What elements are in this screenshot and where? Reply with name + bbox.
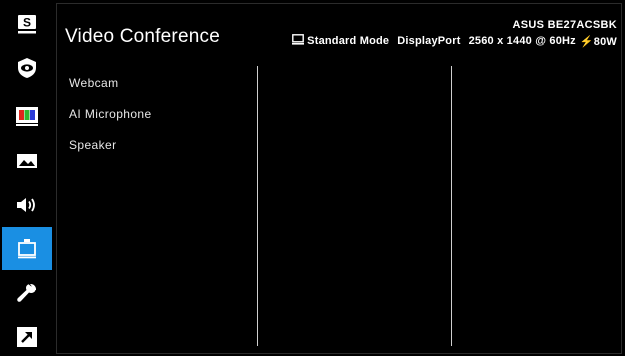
content-panel: Video Conference ASUS BE27ACSBK Standard… — [56, 3, 622, 354]
svg-text:S: S — [23, 15, 31, 29]
status-power: ⚡80W — [579, 35, 617, 48]
menu-item-ai-microphone[interactable]: AI Microphone — [69, 99, 152, 130]
submenu-list: Webcam AI Microphone Speaker — [69, 68, 152, 161]
status-resolution: 2560 x 1440 @ 60Hz — [468, 35, 576, 47]
eye-care-icon — [18, 57, 36, 78]
rail-item-sound[interactable] — [2, 183, 52, 226]
column-divider-1 — [257, 66, 258, 346]
page-title: Video Conference — [65, 26, 220, 47]
rail-item-image[interactable] — [2, 139, 52, 182]
rail-item-video-conference[interactable] — [2, 227, 52, 270]
rail-item-color[interactable] — [2, 94, 52, 137]
menu-item-speaker[interactable]: Speaker — [69, 130, 152, 161]
sound-icon — [17, 197, 35, 212]
rail-item-splendid[interactable]: S — [2, 3, 52, 46]
status-bar: Standard Mode DisplayPort 2560 x 1440 @ … — [292, 34, 617, 48]
column-divider-2 — [451, 66, 452, 346]
rail-item-shortcut[interactable] — [2, 315, 52, 358]
menu-item-webcam[interactable]: Webcam — [69, 68, 152, 99]
image-icon — [17, 153, 37, 168]
rail-item-system-setup[interactable] — [2, 271, 52, 314]
monitor-icon — [292, 34, 305, 48]
shortcut-icon — [17, 326, 37, 347]
video-conference-icon — [18, 238, 36, 258]
system-setup-icon — [17, 283, 37, 302]
status-mode: Standard Mode — [307, 35, 390, 47]
main-menu-rail: S — [0, 0, 52, 356]
rail-item-eye-care[interactable] — [2, 46, 52, 89]
osd-window: S Video Conference ASUS BE27ACSBK Standa… — [0, 0, 625, 356]
monitor-model: ASUS BE27ACSBK — [512, 19, 617, 31]
color-icon — [16, 106, 38, 126]
status-input: DisplayPort — [397, 35, 461, 47]
splendid-icon: S — [18, 14, 36, 33]
